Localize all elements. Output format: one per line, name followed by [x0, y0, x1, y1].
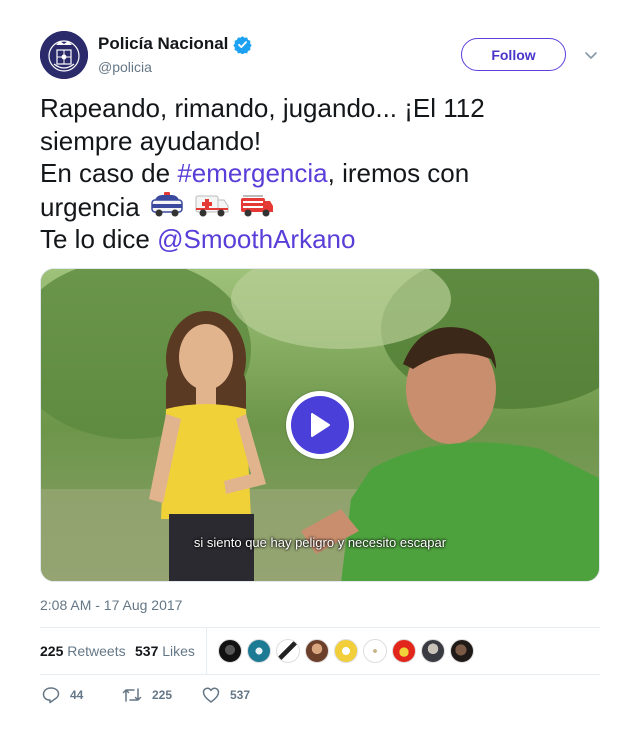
liker-avatar[interactable]	[276, 639, 300, 663]
ambulance-emoji	[195, 195, 229, 216]
liker-avatar[interactable]	[363, 639, 387, 663]
liker-avatar[interactable]	[421, 639, 445, 663]
liker-avatar[interactable]	[218, 639, 242, 663]
retweets-stat[interactable]: 225 Retweets	[40, 643, 126, 659]
display-name-text[interactable]: Policía Nacional	[98, 34, 228, 54]
mention-link[interactable]: @SmoothArkano	[157, 224, 355, 254]
tweet-line-3: En caso de #emergencia, iremos con	[40, 157, 600, 190]
author-info[interactable]: Policía Nacional @policia	[98, 34, 253, 75]
like-action[interactable]: 537	[202, 686, 250, 704]
tweet-line-5-prefix: Te lo dice	[40, 224, 158, 254]
tweet-line-1: Rapeando, rimando, jugando... ¡El 112	[40, 93, 485, 123]
retweets-label: Retweets	[67, 643, 126, 659]
play-button[interactable]	[286, 391, 354, 459]
stats-divider	[206, 628, 207, 674]
liker-avatar[interactable]	[334, 639, 358, 663]
heart-icon	[202, 687, 220, 703]
handle[interactable]: @policia	[98, 59, 252, 75]
liker-avatar[interactable]	[305, 639, 329, 663]
retweet-count: 225	[152, 688, 173, 702]
chevron-down-icon[interactable]	[584, 48, 598, 62]
tweet-line-3-prefix: En caso de	[40, 158, 178, 188]
reply-action[interactable]: 44	[42, 686, 83, 704]
video-player[interactable]: si siento que hay peligro y necesito esc…	[40, 268, 600, 582]
video-subtitle: si siento que hay peligro y necesito esc…	[193, 535, 447, 550]
liker-avatar[interactable]	[450, 639, 474, 663]
tweet-stats: 225 Retweets 537 Likes	[40, 627, 600, 675]
reply-count: 44	[70, 688, 84, 702]
tweet-line-4-text: urgencia	[40, 191, 140, 222]
liker-avatar[interactable]	[392, 639, 416, 663]
tweet-line-2: siempre ayudando!	[40, 125, 262, 156]
reply-icon	[42, 687, 60, 704]
tweet-timestamp[interactable]: 2:08 AM - 17 Aug 2017	[40, 597, 182, 613]
likes-label: Likes	[162, 643, 195, 659]
tweet-line-3-suffix: , iremos con	[327, 158, 470, 188]
police-car-emoji	[151, 191, 183, 216]
play-button-inner	[291, 396, 349, 454]
author-avatar[interactable]	[40, 31, 88, 79]
tweet-actions: 44 225 537	[40, 686, 340, 706]
play-icon	[311, 413, 330, 437]
verified-badge-icon	[233, 35, 253, 54]
retweets-count: 225	[40, 643, 64, 659]
likes-stat[interactable]: 537 Likes	[135, 643, 195, 659]
like-count: 537	[230, 688, 251, 702]
follow-button[interactable]: Follow	[461, 38, 566, 71]
tweet-line-4: urgencia	[40, 190, 600, 224]
tweet-line-5: Te lo dice @SmoothArkano	[40, 223, 600, 256]
police-badge-icon	[40, 31, 88, 79]
liker-avatar[interactable]	[247, 639, 271, 663]
hashtag-link[interactable]: #emergencia	[177, 158, 327, 188]
display-name[interactable]: Policía Nacional	[98, 34, 253, 54]
retweet-action[interactable]: 225	[122, 686, 172, 704]
liker-avatars	[218, 639, 474, 663]
retweet-icon	[122, 688, 142, 702]
fire-engine-emoji	[241, 194, 274, 216]
tweet-text: Rapeando, rimando, jugando... ¡El 112 si…	[40, 92, 600, 256]
tweet-header: Policía Nacional @policia Follow	[40, 31, 600, 81]
likes-count: 537	[135, 643, 159, 659]
